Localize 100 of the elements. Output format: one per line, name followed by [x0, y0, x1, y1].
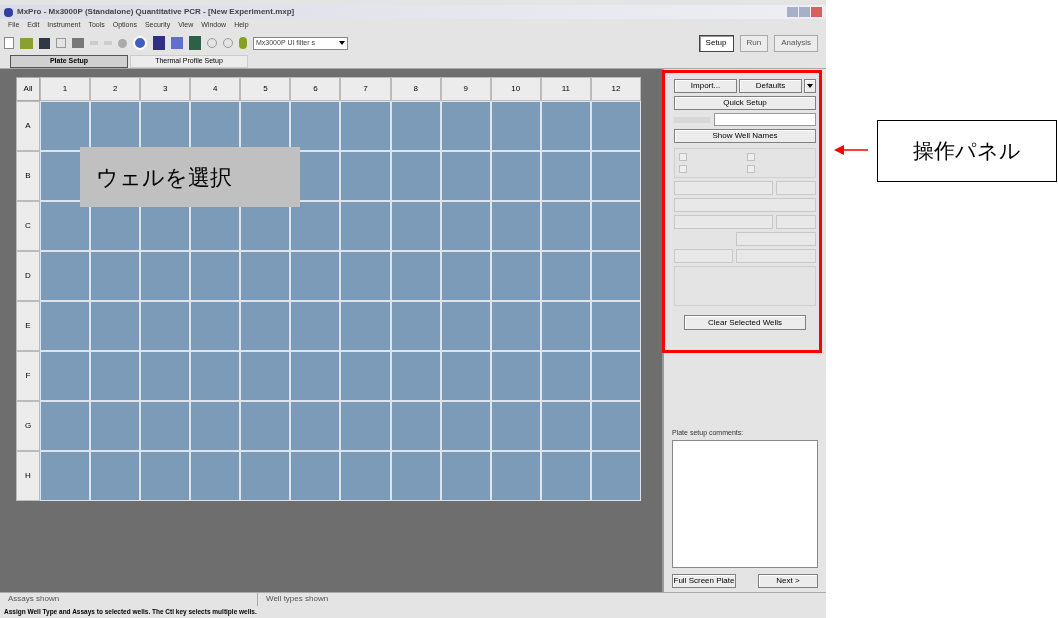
well[interactable] [290, 401, 341, 451]
column-header[interactable]: 4 [190, 77, 241, 101]
column-header[interactable]: 9 [440, 77, 491, 101]
well[interactable] [90, 401, 141, 451]
well[interactable] [40, 351, 91, 401]
defaults-dropdown-button[interactable] [804, 79, 816, 93]
well[interactable] [440, 151, 491, 201]
well[interactable] [540, 451, 591, 501]
well[interactable] [590, 301, 641, 351]
column-header[interactable]: 2 [90, 77, 141, 101]
well[interactable] [590, 451, 641, 501]
well[interactable] [40, 251, 91, 301]
well[interactable] [290, 351, 341, 401]
row-header[interactable]: C [16, 201, 40, 251]
full-screen-plate-button[interactable]: Full Screen Plate [672, 574, 736, 588]
new-file-icon[interactable] [4, 37, 14, 49]
row-header[interactable]: F [16, 351, 40, 401]
column-header[interactable]: 6 [290, 77, 341, 101]
well[interactable] [540, 351, 591, 401]
well[interactable] [290, 451, 341, 501]
well[interactable] [440, 301, 491, 351]
well[interactable] [440, 201, 491, 251]
well[interactable] [490, 401, 541, 451]
well[interactable] [390, 201, 441, 251]
well[interactable] [540, 251, 591, 301]
well[interactable] [440, 401, 491, 451]
well[interactable] [390, 251, 441, 301]
column-header[interactable]: 1 [40, 77, 91, 101]
well[interactable] [440, 351, 491, 401]
well[interactable] [340, 301, 391, 351]
column-header[interactable]: 7 [340, 77, 391, 101]
column-header[interactable]: 12 [590, 77, 641, 101]
well[interactable] [240, 451, 291, 501]
well[interactable] [390, 301, 441, 351]
well[interactable] [490, 301, 541, 351]
well[interactable] [140, 451, 191, 501]
well[interactable] [340, 451, 391, 501]
well[interactable] [90, 251, 141, 301]
column-header[interactable]: 3 [140, 77, 191, 101]
well[interactable] [40, 201, 91, 251]
well[interactable] [40, 301, 91, 351]
well[interactable] [40, 451, 91, 501]
well[interactable] [390, 401, 441, 451]
well[interactable] [90, 301, 141, 351]
well[interactable] [540, 201, 591, 251]
well[interactable] [540, 401, 591, 451]
well[interactable] [190, 351, 241, 401]
well[interactable] [40, 101, 91, 151]
column-header[interactable]: 5 [240, 77, 291, 101]
next-button[interactable]: Next > [758, 574, 818, 588]
well[interactable] [590, 201, 641, 251]
well[interactable] [340, 351, 391, 401]
well[interactable] [140, 401, 191, 451]
row-header[interactable]: A [16, 101, 40, 151]
well[interactable] [390, 151, 441, 201]
well[interactable] [340, 201, 391, 251]
row-header[interactable]: B [16, 151, 40, 201]
well[interactable] [140, 301, 191, 351]
well[interactable] [240, 401, 291, 451]
well[interactable] [490, 151, 541, 201]
well[interactable] [540, 301, 591, 351]
well[interactable] [40, 401, 91, 451]
well[interactable] [490, 351, 541, 401]
well[interactable] [90, 451, 141, 501]
row-header[interactable]: E [16, 301, 40, 351]
well[interactable] [190, 301, 241, 351]
well[interactable] [140, 351, 191, 401]
well[interactable] [590, 251, 641, 301]
well[interactable] [390, 451, 441, 501]
well[interactable] [290, 201, 341, 251]
well[interactable] [540, 151, 591, 201]
well[interactable] [340, 401, 391, 451]
row-header[interactable]: H [16, 451, 40, 501]
dropdown-field[interactable] [714, 113, 816, 126]
well[interactable] [240, 351, 291, 401]
well[interactable] [290, 251, 341, 301]
row-header[interactable]: D [16, 251, 40, 301]
well[interactable] [390, 101, 441, 151]
well[interactable] [590, 351, 641, 401]
well[interactable] [540, 101, 591, 151]
well[interactable] [590, 401, 641, 451]
well[interactable] [240, 301, 291, 351]
well[interactable] [440, 451, 491, 501]
well[interactable] [340, 101, 391, 151]
defaults-button[interactable]: Defaults [739, 79, 802, 93]
well[interactable] [390, 351, 441, 401]
well[interactable] [240, 251, 291, 301]
column-header[interactable]: 8 [390, 77, 441, 101]
well[interactable] [490, 451, 541, 501]
clear-selected-wells-button[interactable]: Clear Selected Wells [684, 315, 806, 330]
column-header[interactable]: 10 [490, 77, 541, 101]
well[interactable] [590, 151, 641, 201]
import-button[interactable]: Import... [674, 79, 737, 93]
well[interactable] [190, 451, 241, 501]
mode-button[interactable]: Setup [698, 34, 734, 52]
well[interactable] [490, 101, 541, 151]
well[interactable] [340, 151, 391, 201]
well[interactable] [590, 101, 641, 151]
well[interactable] [190, 401, 241, 451]
mode-button[interactable]: Analysis [774, 34, 818, 52]
